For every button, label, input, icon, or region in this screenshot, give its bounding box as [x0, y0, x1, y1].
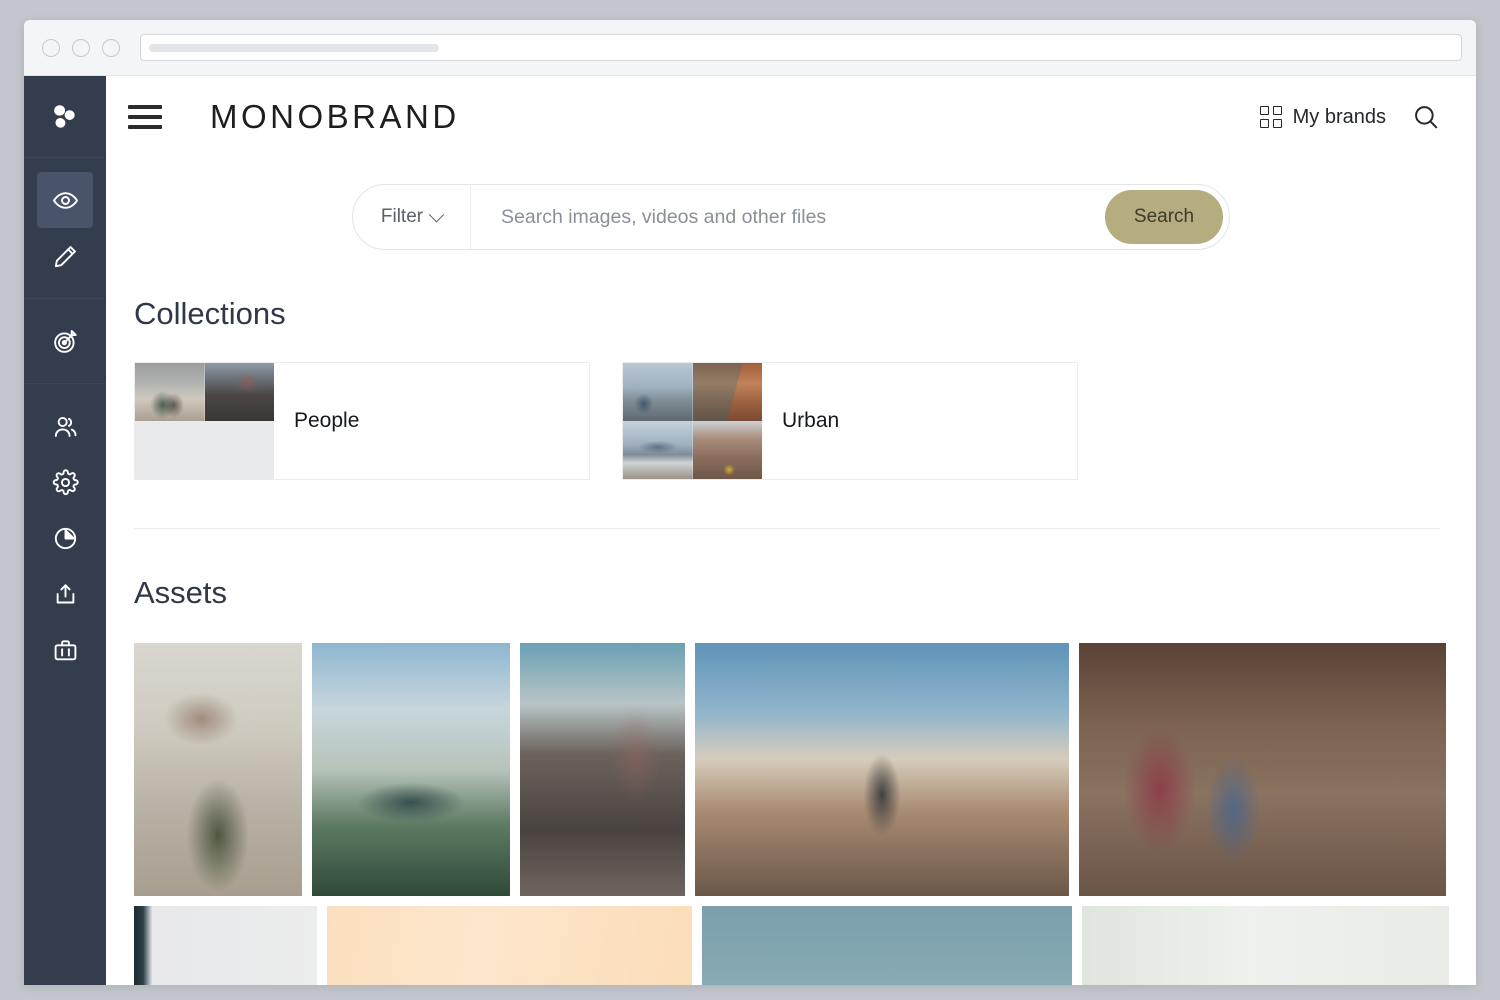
collection-thumb — [623, 363, 693, 421]
filter-dropdown[interactable]: Filter — [353, 185, 471, 249]
collection-thumb — [692, 363, 762, 421]
sidebar-group-content — [24, 158, 106, 299]
collection-thumb — [623, 421, 693, 479]
main-content: MONOBRAND My brands Filter Search images… — [106, 76, 1476, 985]
sidebar-group-admin — [24, 384, 106, 692]
collection-thumb — [692, 421, 762, 479]
filter-label: Filter — [380, 206, 424, 227]
content-area: Collections People Urban Assets — [106, 296, 1476, 985]
sidebar-item-analytics[interactable] — [37, 510, 93, 566]
collection-thumb-empty — [135, 421, 205, 479]
eye-icon — [52, 191, 78, 209]
close-window-button[interactable] — [42, 38, 60, 57]
url-placeholder — [149, 43, 439, 52]
search-button[interactable]: Search — [1105, 190, 1223, 244]
collection-thumbnail-grid — [135, 363, 274, 479]
asset-tile[interactable] — [520, 643, 685, 896]
asset-tile[interactable] — [134, 906, 317, 985]
search-row: Filter Search — [106, 184, 1476, 250]
search-icon[interactable] — [1412, 103, 1440, 131]
sidebar-item-settings[interactable] — [37, 454, 93, 510]
asset-tile[interactable] — [695, 643, 1069, 896]
pencil-icon — [54, 245, 76, 267]
asset-tile[interactable] — [1082, 906, 1449, 985]
gear-icon — [52, 468, 79, 495]
app-header: MONOBRAND My brands — [106, 76, 1476, 158]
sidebar-item-upload[interactable] — [37, 566, 93, 622]
sidebar-item-users[interactable] — [37, 398, 93, 454]
asset-row — [134, 643, 1446, 896]
chevron-down-icon — [428, 206, 445, 222]
upload-icon — [56, 583, 74, 603]
collection-name: Urban — [782, 409, 840, 432]
sidebar-group-campaigns — [24, 299, 106, 384]
collections-title: Collections — [134, 296, 286, 331]
collections-list: People Urban — [134, 362, 1440, 480]
asset-tile[interactable] — [327, 906, 692, 985]
app-body: MONOBRAND My brands Filter Search images… — [24, 76, 1476, 985]
sidebar-item-edit[interactable] — [37, 228, 93, 284]
collection-name: People — [294, 409, 360, 432]
sidebar-item-campaigns[interactable] — [37, 313, 93, 369]
collection-card-urban[interactable]: Urban — [622, 362, 1078, 480]
asset-tile[interactable] — [702, 906, 1072, 985]
my-brands-label: My brands — [1292, 105, 1386, 128]
collection-card-people[interactable]: People — [134, 362, 590, 480]
sidebar — [24, 76, 106, 985]
sidebar-logo[interactable] — [24, 76, 106, 158]
users-icon — [54, 416, 76, 437]
traffic-lights — [42, 38, 120, 57]
section-divider — [134, 528, 1440, 529]
url-bar[interactable] — [140, 34, 1462, 61]
collection-thumbnail-grid — [623, 363, 762, 479]
assets-title: Assets — [134, 575, 228, 610]
collection-thumb — [135, 363, 205, 421]
my-brands-button[interactable]: My brands — [1259, 105, 1386, 129]
asset-tile[interactable] — [1079, 643, 1446, 896]
sidebar-item-portfolio[interactable] — [37, 622, 93, 678]
sidebar-item-preview[interactable] — [37, 172, 93, 228]
browser-window: MONOBRAND My brands Filter Search images… — [24, 20, 1476, 985]
header-actions: My brands — [1259, 103, 1440, 131]
asset-tile[interactable] — [134, 643, 302, 896]
assets-grid — [134, 643, 1449, 985]
brand-wordmark: MONOBRAND — [210, 98, 460, 135]
asset-row — [134, 906, 1449, 985]
minimize-window-button[interactable] — [72, 38, 90, 57]
hamburger-menu-icon[interactable] — [128, 105, 162, 129]
monobrand-logo-icon — [54, 104, 75, 128]
maximize-window-button[interactable] — [102, 38, 120, 57]
browser-chrome-bar — [24, 20, 1476, 76]
search-input[interactable] — [471, 185, 1105, 249]
pie-chart-icon — [54, 527, 76, 549]
search-box: Filter Search — [352, 184, 1230, 250]
collection-thumb-empty — [204, 421, 274, 479]
target-icon — [53, 329, 77, 353]
collection-thumb — [204, 363, 274, 421]
grid-icon — [1259, 106, 1282, 128]
asset-tile[interactable] — [312, 643, 510, 896]
briefcase-icon — [54, 639, 76, 660]
